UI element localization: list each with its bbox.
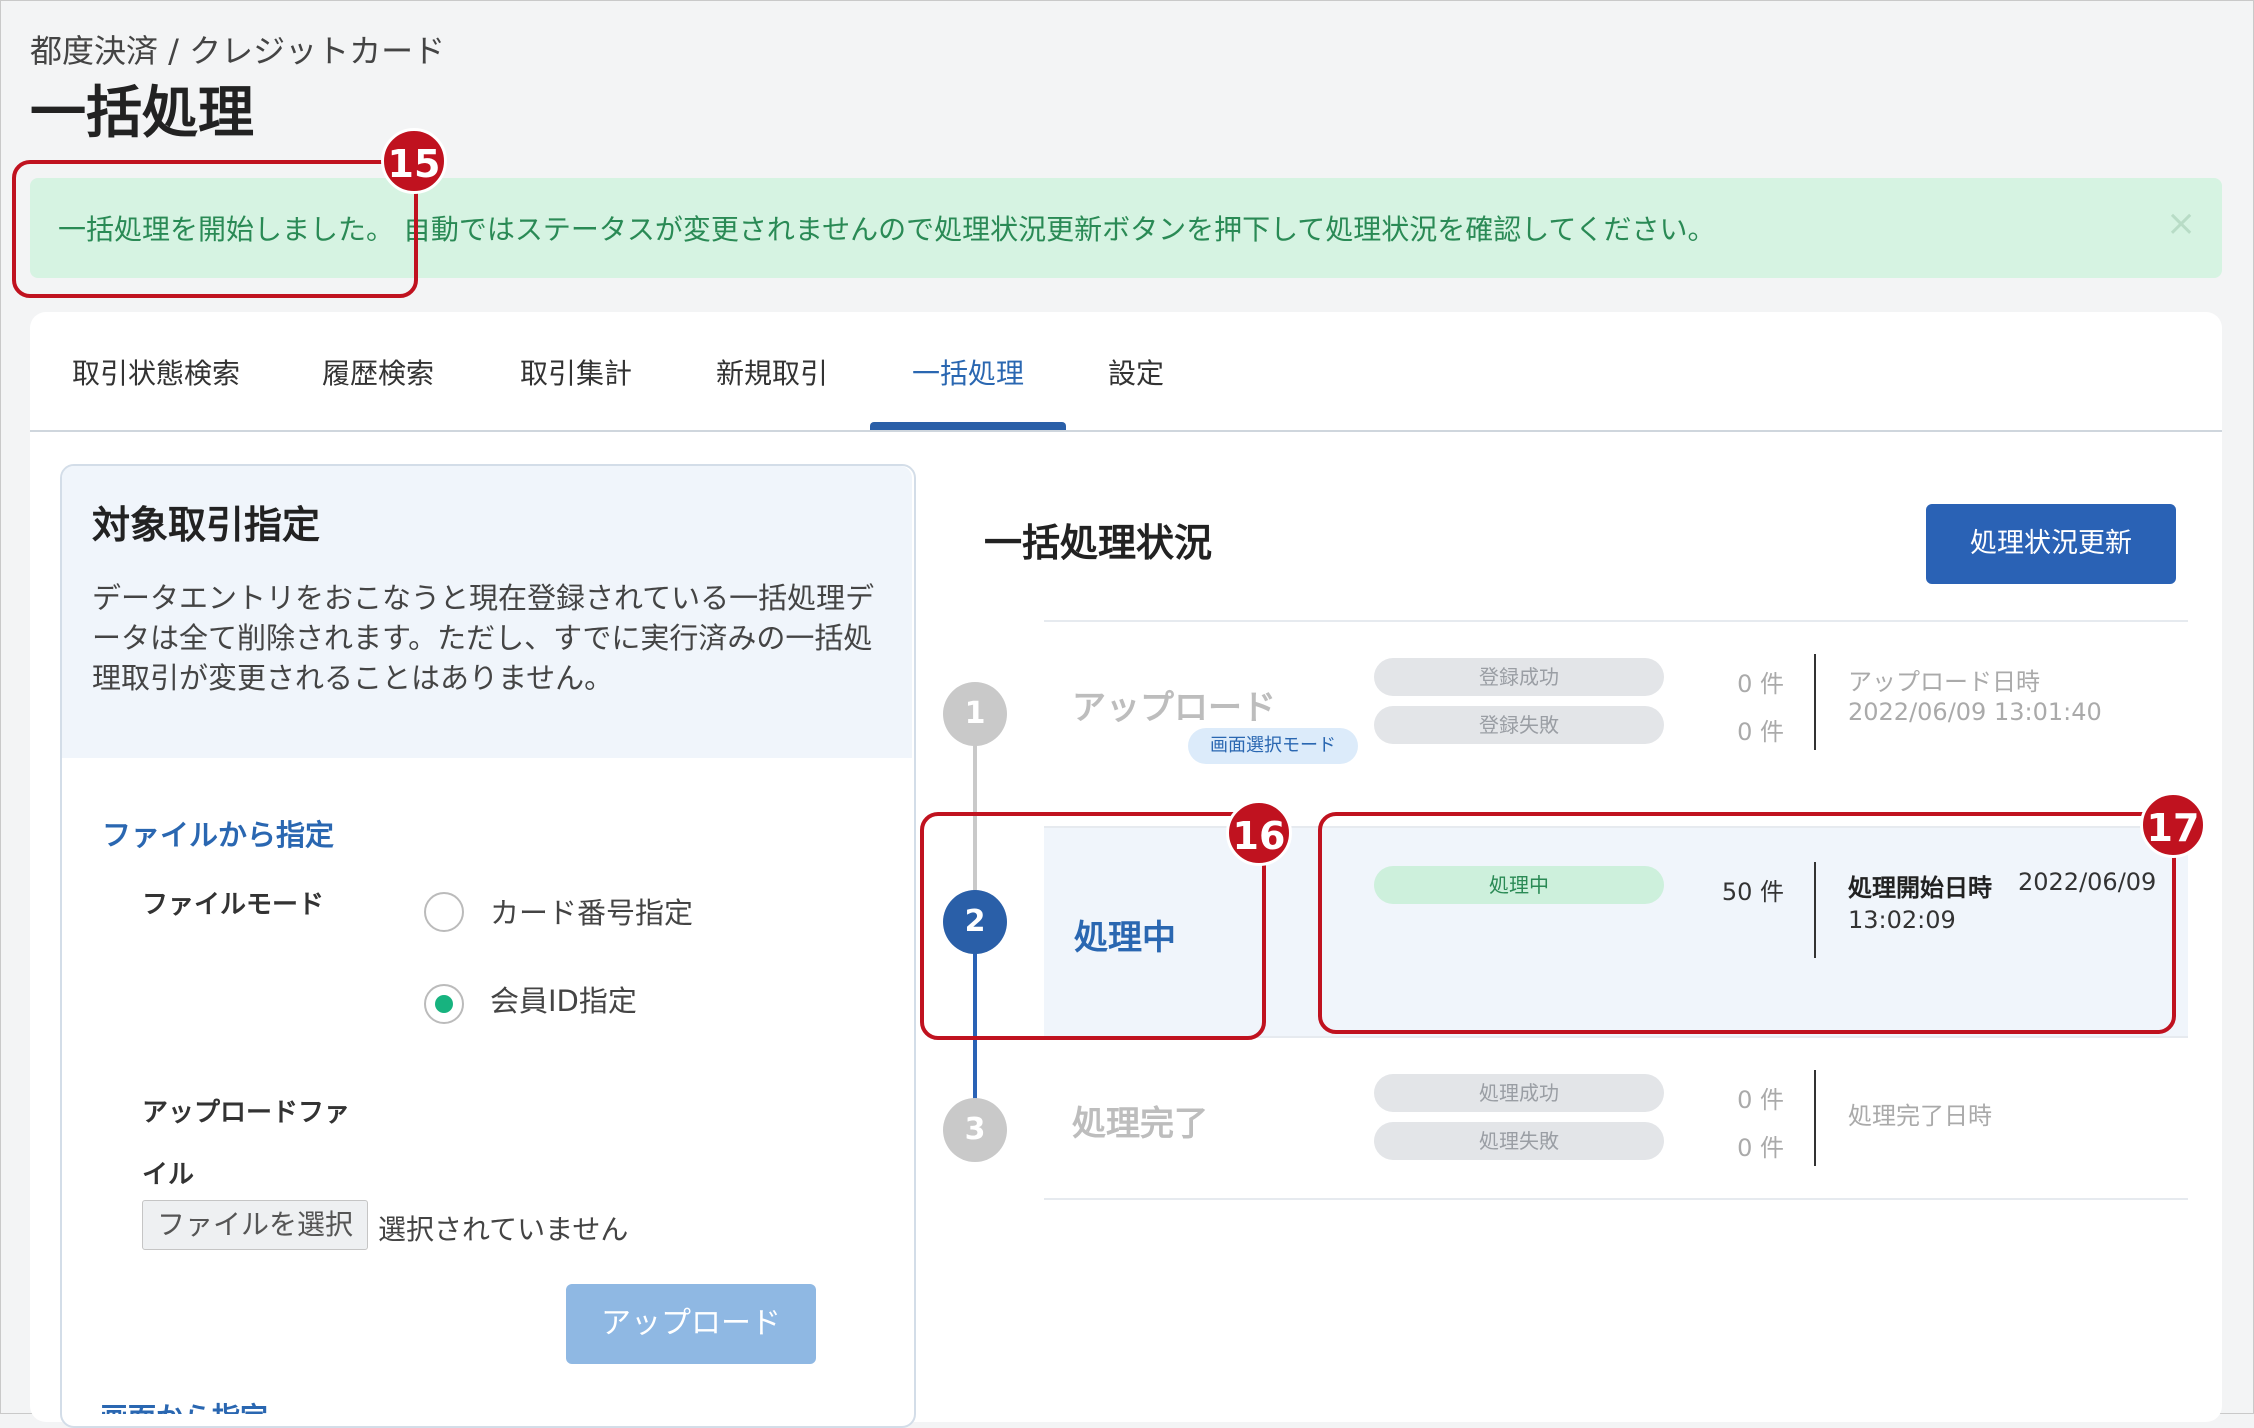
breadcrumb: 都度決済 / クレジットカード bbox=[30, 32, 446, 70]
upload-time-value: 2022/06/09 13:01:40 bbox=[1848, 698, 2102, 726]
mode-tag: 画面選択モード bbox=[1188, 728, 1358, 764]
tab-history-search[interactable]: 履歴検索 bbox=[322, 352, 434, 392]
tab-transaction-search[interactable]: 取引状態検索 bbox=[72, 352, 240, 392]
status-pill: 登録失敗 bbox=[1374, 706, 1664, 744]
annotation-badge-15: 15 bbox=[381, 128, 447, 194]
file-status: 選択されていません bbox=[378, 1213, 629, 1246]
radio-selected-dot bbox=[435, 995, 453, 1013]
radio-member-id[interactable] bbox=[424, 984, 464, 1024]
status-title: 一括処理状況 bbox=[984, 521, 1213, 565]
status-pill: 登録成功 bbox=[1374, 658, 1664, 696]
count-value: 0 件 bbox=[1737, 1134, 1784, 1162]
annotation-badge-17: 17 bbox=[2140, 792, 2206, 858]
step-3-circle: 3 bbox=[943, 1098, 1007, 1162]
radio-card-number-label[interactable]: カード番号指定 bbox=[490, 890, 693, 932]
divider bbox=[1044, 620, 2188, 622]
active-tab-indicator bbox=[870, 422, 1066, 430]
tab-aggregation[interactable]: 取引集計 bbox=[520, 352, 632, 392]
refresh-status-button[interactable]: 処理状況更新 bbox=[1926, 504, 2176, 584]
panel-title: 対象取引指定 bbox=[92, 503, 321, 547]
radio-card-number[interactable] bbox=[424, 892, 464, 932]
radio-member-id-label[interactable]: 会員ID指定 bbox=[490, 978, 637, 1020]
upload-time-label: アップロード日時 bbox=[1848, 668, 2040, 696]
annotation-box-16 bbox=[920, 812, 1266, 1040]
divider bbox=[1814, 654, 1816, 750]
status-pill: 処理失敗 bbox=[1374, 1122, 1664, 1160]
count-value: 0 件 bbox=[1737, 1086, 1784, 1114]
page-title: 一括処理 bbox=[30, 81, 254, 146]
step-1-label: アップロード bbox=[1072, 688, 1276, 728]
tab-settings[interactable]: 設定 bbox=[1108, 352, 1164, 392]
tab-batch-processing[interactable]: 一括処理 bbox=[912, 352, 1024, 392]
tabs-divider bbox=[30, 430, 2222, 432]
step-1-circle: 1 bbox=[943, 682, 1007, 746]
count-value: 0 件 bbox=[1737, 718, 1784, 746]
count-value: 0 件 bbox=[1737, 670, 1784, 698]
screen-section-heading: 画面から指定 bbox=[100, 1396, 268, 1414]
step-3-label: 処理完了 bbox=[1072, 1104, 1208, 1144]
choose-file-button[interactable]: ファイルを選択 bbox=[142, 1200, 368, 1250]
close-icon[interactable]: × bbox=[2166, 206, 2196, 242]
file-mode-label: ファイルモード bbox=[142, 890, 325, 920]
tab-new-transaction[interactable]: 新規取引 bbox=[716, 352, 828, 392]
divider bbox=[1814, 1070, 1816, 1166]
annotation-badge-16: 16 bbox=[1226, 800, 1292, 866]
annotation-box-15 bbox=[12, 160, 418, 298]
status-pill: 処理成功 bbox=[1374, 1074, 1664, 1112]
upload-button[interactable]: アップロード bbox=[566, 1284, 816, 1364]
complete-time-label: 処理完了日時 bbox=[1848, 1102, 1992, 1130]
upload-file-label-cont: イル bbox=[142, 1160, 195, 1190]
file-section-heading: ファイルから指定 bbox=[102, 818, 335, 852]
notice-text: データエントリをおこなうと現在登録されている一括処理データは全て削除されます。た… bbox=[92, 581, 875, 695]
annotation-box-17 bbox=[1318, 812, 2176, 1034]
upload-file-label: アップロードファ bbox=[142, 1098, 351, 1128]
divider bbox=[1044, 1198, 2188, 1200]
